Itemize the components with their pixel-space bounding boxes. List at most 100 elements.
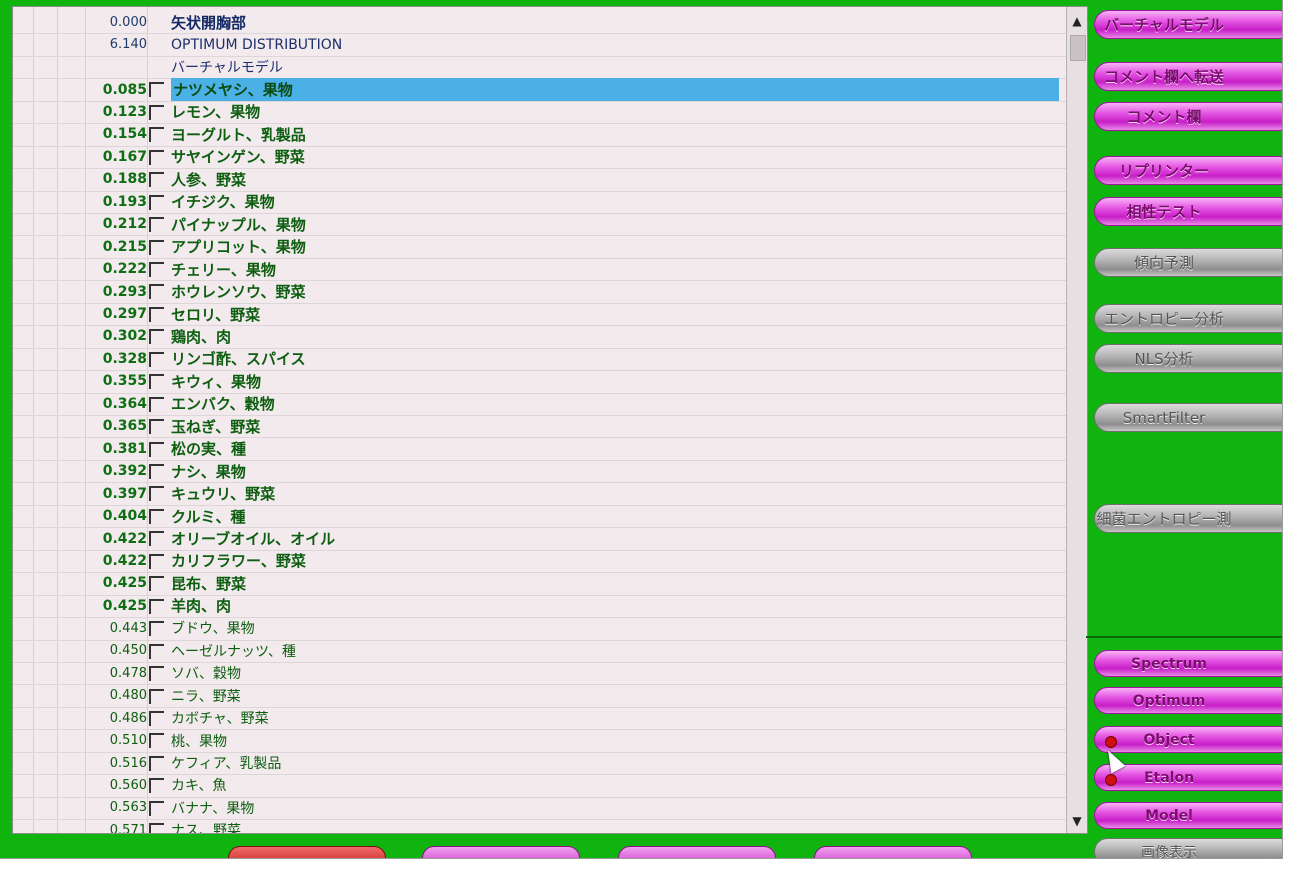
bottom-button-3[interactable] [618, 846, 776, 858]
row-checkbox[interactable] [149, 149, 164, 165]
list-row[interactable]: 0.422 オリーブオイル、オイル [13, 527, 1067, 551]
row-checkbox[interactable] [149, 306, 164, 322]
row-checkbox[interactable] [149, 396, 164, 412]
row-checkbox[interactable] [149, 172, 164, 188]
row-checkbox[interactable] [149, 666, 164, 682]
row-checkbox[interactable] [149, 710, 164, 726]
scroll-thumb[interactable] [1070, 35, 1086, 61]
list-row[interactable]: 0.000 矢状開胸部 [13, 11, 1067, 35]
row-checkbox[interactable] [149, 553, 164, 569]
list-row[interactable]: 0.293 ホウレンソウ、野菜 [13, 280, 1067, 304]
list-row[interactable]: 0.365 玉ねぎ、野菜 [13, 415, 1067, 439]
list-row[interactable]: バーチャルモデル [13, 56, 1067, 80]
row-checkbox[interactable] [149, 464, 164, 479]
row-score: 0.365 [102, 418, 147, 435]
list-row[interactable]: 0.123 レモン、果物 [13, 101, 1067, 125]
virtual-model-button[interactable]: バーチャルモデル [1094, 10, 1282, 39]
entropy-analysis-button[interactable]: エントロピー分析 [1094, 304, 1282, 333]
row-checkbox[interactable] [149, 374, 164, 390]
list-row[interactable]: 0.563 バナナ、果物 [13, 797, 1067, 821]
list-row[interactable]: 0.328 リンゴ酢、スパイス [13, 348, 1067, 372]
list-row[interactable]: 0.215 アプリコット、果物 [13, 236, 1067, 259]
row-checkbox[interactable] [149, 441, 164, 457]
vertical-scrollbar[interactable]: ▲ ▼ [1066, 7, 1087, 833]
row-checkbox[interactable] [149, 82, 164, 98]
list-row[interactable]: 0.154 ヨーグルト、乳製品 [13, 123, 1067, 147]
list-row[interactable]: 0.222 チェリー、果物 [13, 258, 1067, 282]
bacteria-entropy-button[interactable]: 細菌エントロピー測 [1094, 504, 1282, 533]
list-row[interactable]: 0.560 カキ、魚 [13, 774, 1067, 798]
list-row[interactable]: 0.212 パイナップル、果物 [13, 213, 1067, 237]
row-checkbox[interactable] [149, 194, 164, 210]
row-label: 人参、野菜 [171, 170, 247, 189]
row-score: 0.364 [102, 395, 147, 412]
reprinter-button[interactable]: リプリンター [1094, 156, 1282, 185]
list-row[interactable]: 0.085 ナツメヤシ、果物 [13, 78, 1067, 102]
row-checkbox[interactable] [149, 419, 164, 435]
list-row[interactable]: 6.140 OPTIMUM DISTRIBUTION [13, 33, 1067, 57]
list-row[interactable]: 0.443 ブドウ、果物 [13, 617, 1067, 641]
row-checkbox[interactable] [149, 127, 164, 143]
row-checkbox[interactable] [149, 755, 164, 771]
list-row[interactable]: 0.425 羊肉、肉 [13, 595, 1067, 619]
list-row[interactable]: 0.167 サヤインゲン、野菜 [13, 146, 1067, 170]
list-row[interactable]: 0.516 ケフィア、乳製品 [13, 752, 1067, 776]
list-row[interactable]: 0.425 昆布、野菜 [13, 572, 1067, 596]
etalon-button[interactable]: Etalon [1094, 764, 1282, 791]
row-checkbox[interactable] [149, 598, 164, 614]
scroll-down-arrow-icon[interactable]: ▼ [1067, 811, 1087, 831]
list-row[interactable]: 0.193 イチジク、果物 [13, 191, 1067, 214]
row-checkbox[interactable] [149, 351, 164, 367]
list-row[interactable]: 0.486 カボチャ、野菜 [13, 707, 1067, 731]
compatibility-test-button[interactable]: 相性テスト [1094, 197, 1282, 226]
smart-filter-button[interactable]: SmartFilter [1094, 403, 1282, 432]
scroll-up-arrow-icon[interactable]: ▲ [1067, 11, 1087, 31]
row-checkbox[interactable] [149, 284, 164, 300]
object-button[interactable]: Object [1094, 726, 1282, 753]
spectrum-button[interactable]: Spectrum [1094, 650, 1282, 677]
nls-analysis-button[interactable]: NLS分析 [1094, 344, 1282, 373]
comment-button[interactable]: コメント欄 [1094, 102, 1282, 131]
list-row[interactable]: 0.397 キュウリ、野菜 [13, 482, 1067, 506]
list-row[interactable]: 0.381 松の実、種 [13, 438, 1067, 461]
list-row[interactable]: 0.364 エンバク、穀物 [13, 393, 1067, 417]
list-row[interactable]: 0.188 人参、野菜 [13, 168, 1067, 192]
row-checkbox[interactable] [149, 823, 164, 833]
list-row[interactable]: 0.422 カリフラワー、野菜 [13, 550, 1067, 574]
copy-to-comment-button[interactable]: コメント欄へ転送 [1094, 62, 1282, 91]
row-checkbox[interactable] [149, 643, 164, 659]
list-row[interactable]: 0.355 キウィ、果物 [13, 370, 1067, 394]
row-checkbox[interactable] [149, 261, 164, 277]
optimum-button[interactable]: Optimum [1094, 687, 1282, 714]
row-checkbox[interactable] [149, 800, 164, 816]
row-checkbox[interactable] [149, 239, 164, 255]
results-list: 0.000 矢状開胸部 6.140 OPTIMUM DISTRIBUTION バーチャル… [13, 7, 1067, 833]
row-checkbox[interactable] [149, 508, 164, 524]
bottom-button-1[interactable] [228, 846, 386, 858]
bottom-button-2[interactable] [422, 846, 580, 858]
separator [1086, 636, 1282, 638]
list-row[interactable]: 0.404 クルミ、種 [13, 505, 1067, 529]
list-row[interactable]: 0.510 桃、果物 [13, 729, 1067, 753]
image-display-button[interactable]: 画像表示 [1094, 838, 1282, 858]
trend-forecast-button[interactable]: 傾向予測 [1094, 248, 1282, 277]
row-checkbox[interactable] [149, 621, 164, 637]
list-row[interactable]: 0.392 ナシ、果物 [13, 460, 1067, 484]
list-row[interactable]: 0.302 鶏肉、肉 [13, 325, 1067, 349]
model-button[interactable]: Model [1094, 802, 1282, 829]
row-checkbox[interactable] [149, 733, 164, 749]
row-checkbox[interactable] [149, 486, 164, 502]
row-checkbox[interactable] [149, 329, 164, 345]
row-checkbox[interactable] [149, 531, 164, 547]
list-row[interactable]: 0.571 ナス、野菜 [13, 819, 1067, 833]
row-checkbox[interactable] [149, 576, 164, 592]
row-checkbox[interactable] [149, 688, 164, 704]
bottom-button-4[interactable] [814, 846, 972, 858]
list-row[interactable]: 0.480 ニラ、野菜 [13, 685, 1067, 708]
list-row[interactable]: 0.478 ソバ、穀物 [13, 662, 1067, 686]
list-row[interactable]: 0.450 ヘーゼルナッツ、種 [13, 640, 1067, 663]
row-checkbox[interactable] [149, 104, 164, 120]
row-checkbox[interactable] [149, 217, 164, 233]
list-row[interactable]: 0.297 セロリ、野菜 [13, 303, 1067, 327]
row-checkbox[interactable] [149, 778, 164, 794]
